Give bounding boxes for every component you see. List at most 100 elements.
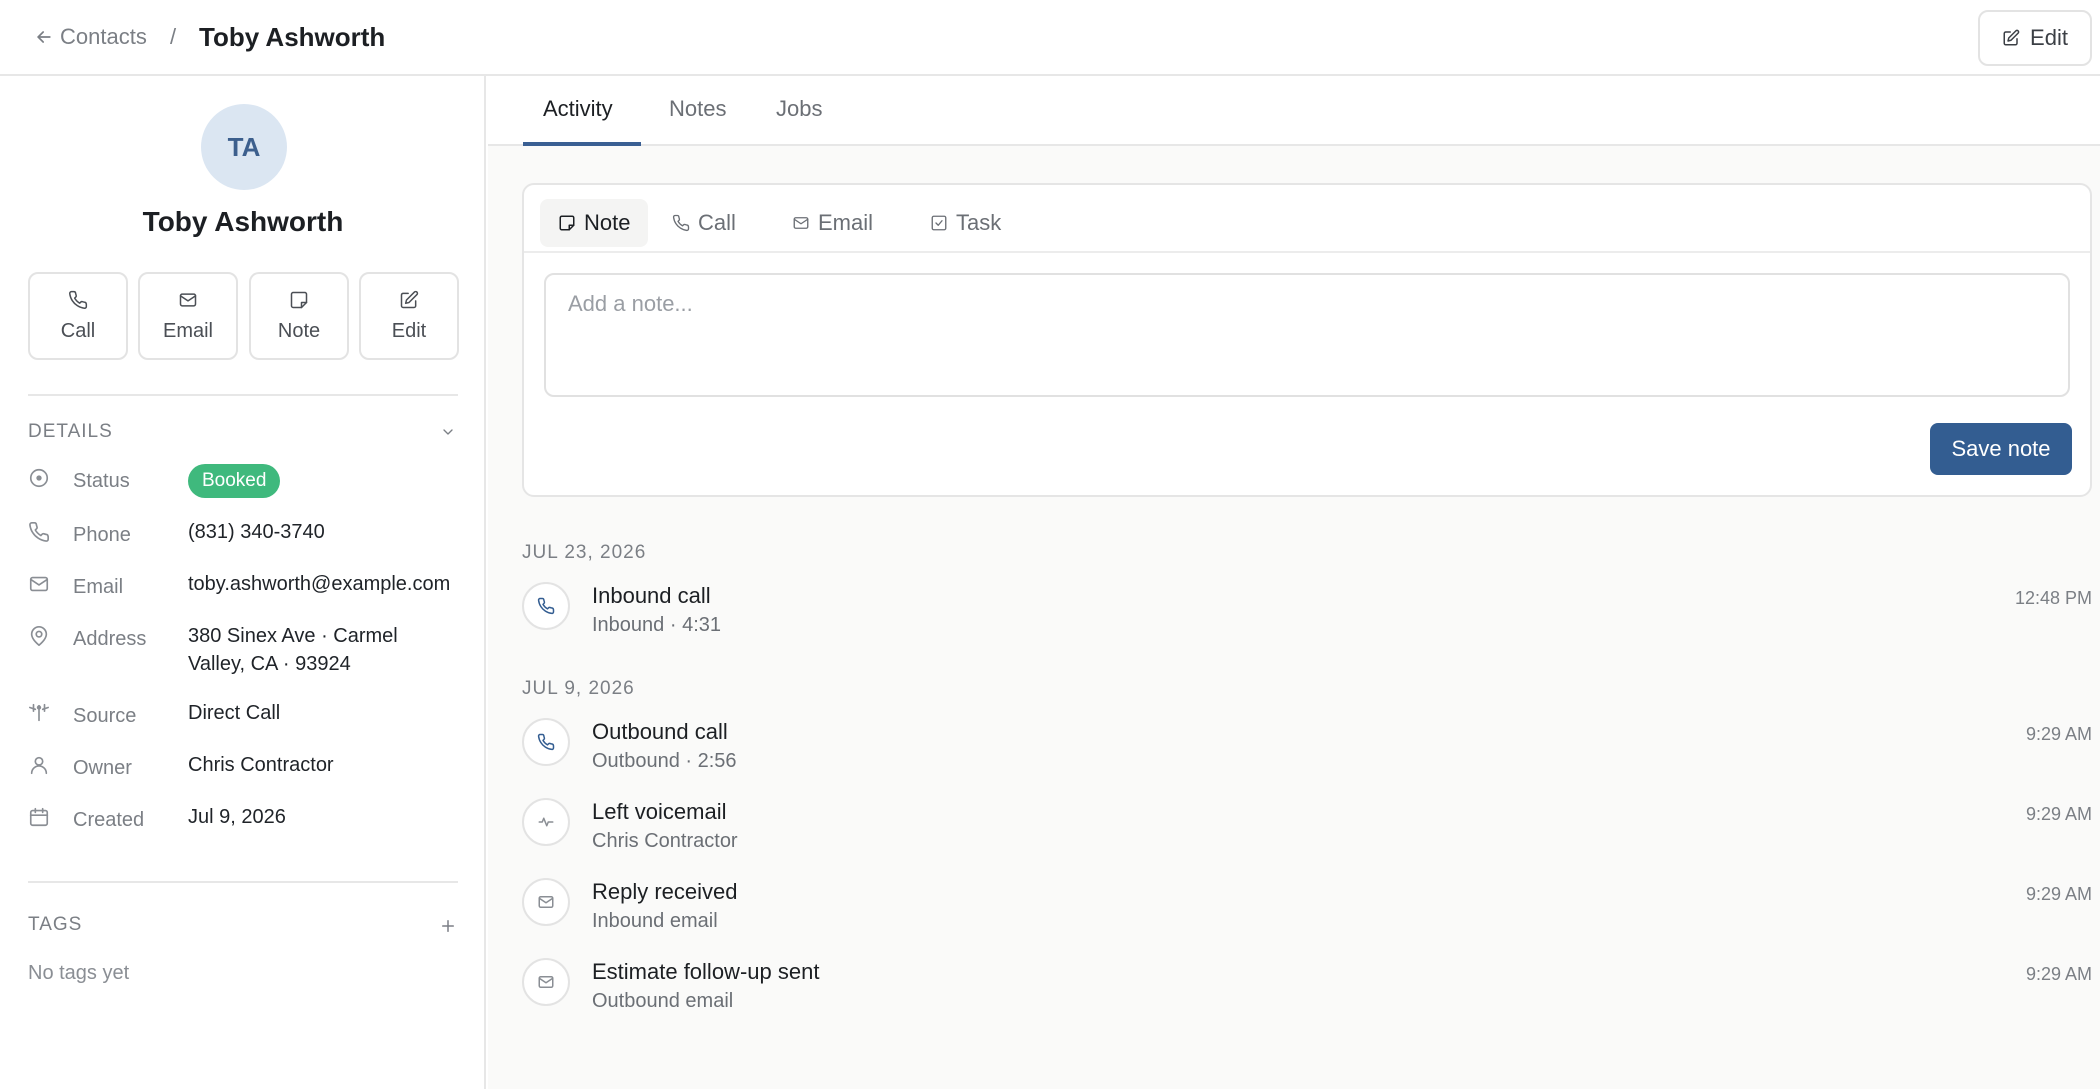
details-section-title: DETAILS bbox=[28, 421, 113, 442]
contact-name: Toby Ashworth bbox=[142, 206, 344, 237]
quick-email-button[interactable]: Email bbox=[138, 272, 238, 360]
mail-icon bbox=[538, 976, 554, 988]
activity-title[interactable]: Outbound call bbox=[592, 719, 728, 745]
tab-activity[interactable]: Activity bbox=[543, 96, 613, 122]
quick-note-button[interactable]: Note bbox=[249, 272, 349, 360]
mail-icon bbox=[538, 896, 554, 908]
owner-label: Owner bbox=[73, 757, 132, 779]
composer-tab-task[interactable]: Task bbox=[912, 199, 1019, 247]
breadcrumb-back-label: Contacts bbox=[60, 24, 147, 49]
source-value: Direct Call bbox=[188, 702, 281, 724]
main-panel: Activity Notes Jobs Note Call Email Task… bbox=[488, 76, 2100, 1089]
email-label: Email bbox=[73, 576, 124, 598]
activity-title[interactable]: Reply received bbox=[592, 879, 738, 905]
activity-time: 9:29 AM bbox=[2025, 724, 2092, 744]
source-label: Source bbox=[73, 705, 137, 727]
quick-call-label: Call bbox=[60, 319, 96, 342]
quick-edit-button[interactable]: Edit bbox=[359, 272, 459, 360]
quick-call-button[interactable]: Call bbox=[28, 272, 128, 360]
activity-time: 9:29 AM bbox=[2025, 804, 2092, 824]
arrow-left-icon bbox=[37, 31, 51, 43]
edit-icon bbox=[400, 290, 419, 308]
phone-icon bbox=[29, 522, 49, 542]
composer-tab-note[interactable]: Note bbox=[540, 199, 649, 247]
page-header: Contacts / Toby Ashworth Edit bbox=[0, 0, 2100, 76]
activity-date-header: JUL 9, 2026 bbox=[522, 678, 635, 699]
created-label: Created bbox=[73, 809, 145, 831]
activity-icon bbox=[522, 798, 570, 846]
quick-email-label: Email bbox=[162, 319, 213, 342]
status-badge: Booked bbox=[188, 464, 281, 498]
voicemail-icon bbox=[538, 817, 554, 827]
email-value[interactable]: toby.ashworth@example.com bbox=[188, 570, 450, 598]
activity-subtitle: Outbound email bbox=[592, 990, 734, 1012]
composer-tab-note-label: Note bbox=[584, 210, 631, 235]
page-title: Toby Ashworth bbox=[199, 22, 386, 52]
details-collapse-button[interactable] bbox=[436, 420, 460, 444]
created-value: Jul 9, 2026 bbox=[188, 806, 286, 828]
activity-icon bbox=[522, 718, 570, 766]
divider bbox=[524, 251, 2090, 253]
mail-icon bbox=[793, 217, 809, 229]
activity-composer: Note Call Email Task Save note bbox=[522, 183, 2092, 497]
activity-icon bbox=[522, 878, 570, 926]
breadcrumb-separator: / bbox=[170, 24, 177, 49]
map-pin-icon bbox=[30, 626, 48, 646]
breadcrumb-back-link[interactable]: Contacts bbox=[34, 24, 147, 50]
activity-icon bbox=[522, 958, 570, 1006]
divider bbox=[28, 394, 458, 396]
add-tag-button[interactable] bbox=[436, 914, 460, 938]
status-circle-icon bbox=[29, 468, 49, 488]
phone-label: Phone bbox=[73, 524, 131, 546]
phone-icon bbox=[537, 733, 555, 751]
composer-tab-call-label: Call bbox=[698, 210, 736, 235]
quick-note-label: Note bbox=[277, 319, 321, 342]
chevron-down-icon bbox=[443, 429, 453, 435]
plus-icon bbox=[442, 920, 454, 932]
activity-title[interactable]: Left voicemail bbox=[592, 799, 727, 825]
calendar-icon bbox=[29, 807, 49, 827]
address-line-2: Valley, CA · 93924 bbox=[188, 653, 351, 675]
mail-icon bbox=[179, 292, 197, 307]
composer-tab-email[interactable]: Email bbox=[774, 199, 891, 247]
phone-value[interactable]: (831) 340-3740 bbox=[188, 518, 325, 546]
avatar: TA bbox=[201, 104, 287, 190]
composer-tab-email-label: Email bbox=[818, 210, 874, 235]
mail-icon bbox=[29, 576, 49, 592]
activity-subtitle: Inbound email bbox=[592, 910, 718, 932]
edit-icon bbox=[2003, 29, 2020, 46]
tab-jobs[interactable]: Jobs bbox=[776, 96, 822, 122]
note-icon bbox=[290, 291, 308, 308]
activity-date-header: JUL 23, 2026 bbox=[522, 542, 647, 563]
activity-title[interactable]: Inbound call bbox=[592, 583, 711, 609]
activity-icon bbox=[522, 582, 570, 630]
edit-contact-button[interactable]: Edit bbox=[1978, 10, 2092, 66]
antenna-icon bbox=[29, 703, 49, 722]
address-label: Address bbox=[73, 628, 147, 650]
phone-icon bbox=[537, 597, 555, 615]
activity-time: 9:29 AM bbox=[2025, 884, 2092, 904]
phone-icon bbox=[69, 290, 88, 309]
note-input[interactable] bbox=[544, 273, 2070, 397]
composer-tab-call[interactable]: Call bbox=[654, 199, 754, 247]
quick-edit-label: Edit bbox=[391, 319, 427, 342]
activity-title[interactable]: Estimate follow-up sent bbox=[592, 959, 819, 985]
activity-time: 9:29 AM bbox=[2025, 964, 2092, 984]
active-tab-indicator bbox=[523, 142, 641, 146]
user-icon bbox=[30, 756, 48, 775]
tab-notes[interactable]: Notes bbox=[669, 96, 726, 122]
activity-subtitle: Outbound · 2:56 bbox=[592, 750, 737, 772]
activity-subtitle: Chris Contractor bbox=[592, 830, 738, 852]
address-line-1: 380 Sinex Ave · Carmel bbox=[188, 625, 398, 647]
note-icon bbox=[559, 215, 575, 231]
save-note-button[interactable]: Save note bbox=[1930, 423, 2072, 475]
status-label: Status bbox=[73, 470, 130, 492]
checkbox-icon bbox=[931, 215, 947, 231]
contact-sidebar: TA Toby Ashworth Call Email Note Edit DE… bbox=[0, 76, 486, 1089]
divider bbox=[28, 881, 458, 883]
owner-value: Chris Contractor bbox=[188, 754, 334, 776]
tags-section-title: TAGS bbox=[28, 914, 83, 935]
phone-icon bbox=[672, 214, 690, 232]
composer-tab-task-label: Task bbox=[956, 210, 1002, 235]
activity-subtitle: Inbound · 4:31 bbox=[592, 614, 721, 636]
